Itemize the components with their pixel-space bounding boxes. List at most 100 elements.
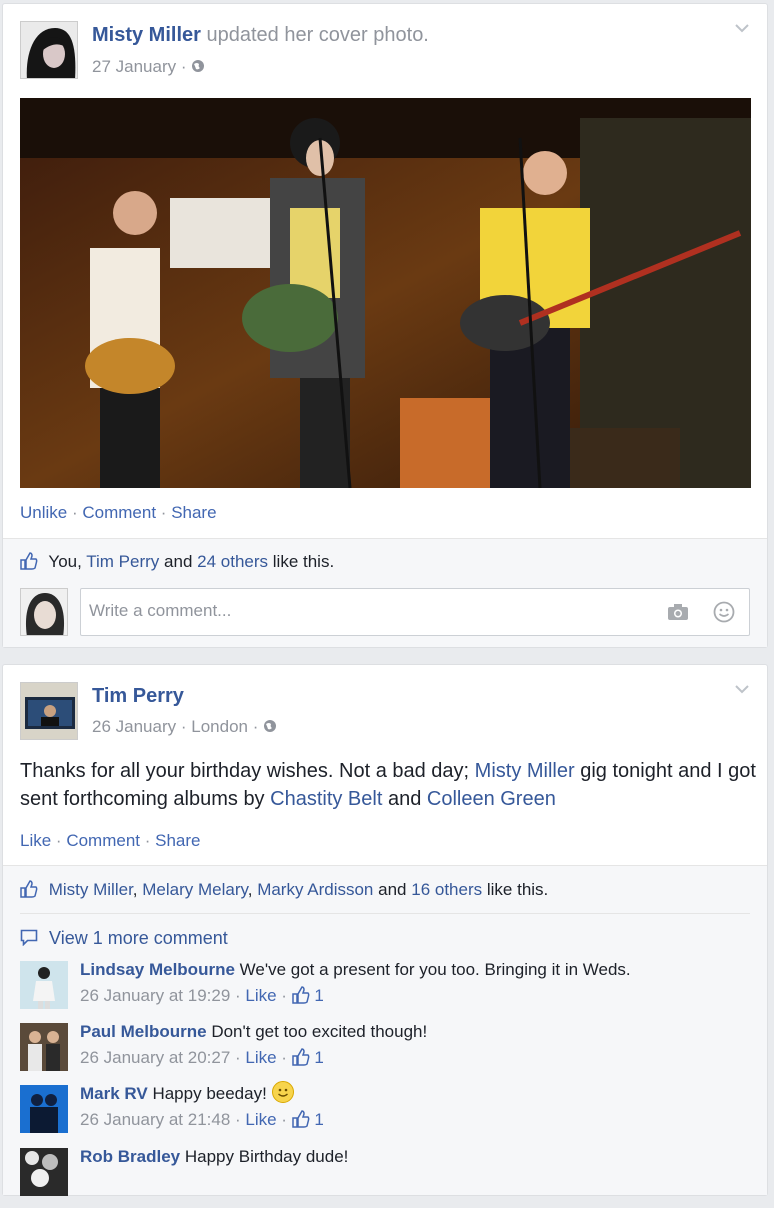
commenter-avatar-image — [20, 961, 68, 1009]
comment-time[interactable]: 26 January at 19:29 — [80, 986, 230, 1005]
smile-emoji-icon — [271, 1081, 294, 1103]
comment-like-link[interactable]: Like — [245, 986, 276, 1005]
commenter-name[interactable]: Mark RV — [80, 1084, 148, 1103]
comment-body: Mark RV Happy beeday! 26 January at 21:4… — [80, 1081, 324, 1133]
likes-summary: You, Tim Perry and 24 others like this. — [20, 552, 334, 572]
post-date[interactable]: 26 January — [92, 717, 176, 736]
post-card-status: Tim Perry 26 January · London · Thanks f… — [2, 664, 768, 1196]
comment-bubble-icon — [20, 929, 38, 947]
comment-text: Happy Birthday dude! — [184, 1147, 349, 1166]
liker-link[interactable]: Marky Ardisson — [257, 880, 373, 899]
divider — [20, 913, 750, 914]
commenter-avatar-image — [20, 1148, 68, 1196]
commenter-name[interactable]: Rob Bradley — [80, 1147, 180, 1166]
post-text-part: Thanks for all your birthday wishes. Not… — [20, 760, 475, 782]
author-avatar[interactable] — [20, 682, 78, 740]
comment-like-link[interactable]: Like — [245, 1048, 276, 1067]
post-actions: Like · Comment · Share — [20, 831, 201, 851]
tag-link[interactable]: Misty Miller — [475, 760, 575, 782]
divider — [3, 865, 767, 866]
meta-separator: · — [180, 57, 187, 76]
comment-time[interactable]: 26 January at 20:27 — [80, 1048, 230, 1067]
comment-item: Paul Melbourne Don't get too excited tho… — [20, 1022, 760, 1083]
comment-body: Lindsay Melbourne We've got a present fo… — [80, 957, 631, 1009]
liker-link[interactable]: Melary Melary — [142, 880, 247, 899]
user-avatar-image — [21, 589, 67, 635]
thumbs-up-icon — [291, 1048, 310, 1066]
likes-and: and — [164, 552, 193, 571]
current-user-avatar[interactable] — [20, 588, 68, 636]
avatar-image — [21, 683, 77, 739]
post-date[interactable]: 27 January — [92, 57, 176, 76]
comment-meta: 26 January at 20:27 · Like · 1 — [80, 1048, 324, 1067]
others-link[interactable]: 24 others — [197, 552, 268, 571]
thumbs-up-icon — [20, 552, 38, 570]
comment-body: Rob Bradley Happy Birthday dude! — [80, 1144, 348, 1170]
chevron-down-icon[interactable] — [734, 20, 750, 38]
tag-link[interactable]: Colleen Green — [427, 788, 556, 810]
comment-input[interactable]: Write a comment... — [80, 588, 750, 636]
comment-body: Paul Melbourne Don't get too excited tho… — [80, 1019, 427, 1071]
comment-item: Lindsay Melbourne We've got a present fo… — [20, 960, 760, 1021]
commenter-name[interactable]: Lindsay Melbourne — [80, 960, 235, 979]
liker-link[interactable]: Tim Perry — [86, 552, 159, 571]
globe-icon[interactable] — [191, 59, 205, 73]
comment-like-count[interactable]: 1 — [314, 986, 323, 1005]
thumbs-up-icon — [291, 986, 310, 1004]
liker-link[interactable]: Misty Miller — [49, 880, 133, 899]
post-text-part: and — [382, 788, 427, 810]
author-name[interactable]: Tim Perry — [92, 685, 184, 708]
unlike-link[interactable]: Unlike — [20, 503, 67, 522]
meta-separator: · — [252, 717, 259, 736]
comment-like-link[interactable]: Like — [245, 1110, 276, 1129]
share-link[interactable]: Share — [155, 831, 200, 850]
author-avatar[interactable] — [20, 21, 78, 79]
view-more-label: View 1 more comment — [49, 928, 228, 948]
comment-like-count[interactable]: 1 — [314, 1048, 323, 1067]
likes-suffix: like this. — [486, 880, 549, 899]
emoji-icon[interactable] — [713, 601, 735, 623]
post-meta: 27 January · — [92, 57, 205, 77]
comment-link[interactable]: Comment — [82, 503, 156, 522]
thumbs-up-icon — [291, 1110, 310, 1128]
share-link[interactable]: Share — [171, 503, 216, 522]
cover-photo[interactable] — [20, 98, 751, 488]
action-separator: · — [71, 503, 83, 522]
feedback-section: You, Tim Perry and 24 others like this. … — [3, 538, 767, 647]
tag-link[interactable]: Chastity Belt — [270, 788, 382, 810]
action-separator: · — [144, 831, 156, 850]
comment-link[interactable]: Comment — [66, 831, 140, 850]
comment-item: Mark RV Happy beeday! 26 January at 21:4… — [20, 1081, 760, 1145]
comment-text: Happy beeday! — [152, 1084, 267, 1103]
camera-icon[interactable] — [667, 603, 689, 621]
others-link[interactable]: 16 others — [411, 880, 482, 899]
commenter-avatar[interactable] — [20, 961, 68, 1009]
comment-like-count[interactable]: 1 — [314, 1110, 323, 1129]
feedback-section: Misty Miller, Melary Melary, Marky Ardis… — [3, 865, 767, 1196]
commenter-avatar[interactable] — [20, 1023, 68, 1071]
like-link[interactable]: Like — [20, 831, 51, 850]
comment-meta: 26 January at 19:29 · Like · 1 — [80, 986, 324, 1005]
commenter-avatar[interactable] — [20, 1148, 68, 1196]
likes-suffix: like this. — [272, 552, 335, 571]
comment-meta: 26 January at 21:48 · Like · 1 — [80, 1110, 324, 1129]
meta-separator: · — [180, 717, 187, 736]
post-location[interactable]: London — [191, 717, 248, 736]
divider — [3, 538, 767, 539]
comment-item: Rob Bradley Happy Birthday dude! — [20, 1147, 760, 1208]
band-photo-image — [20, 98, 751, 488]
globe-icon[interactable] — [263, 719, 277, 733]
commenter-name[interactable]: Paul Melbourne — [80, 1022, 207, 1041]
likes-summary: Misty Miller, Melary Melary, Marky Ardis… — [20, 880, 548, 900]
story-text: updated her cover photo. — [206, 24, 429, 46]
comment-time[interactable]: 26 January at 21:48 — [80, 1110, 230, 1129]
author-name[interactable]: Misty Miller — [92, 24, 201, 46]
commenter-avatar[interactable] — [20, 1085, 68, 1133]
view-more-comments[interactable]: View 1 more comment — [20, 928, 228, 949]
commenter-avatar-image — [20, 1085, 68, 1133]
likes-you: You, — [48, 552, 82, 571]
comment-text: We've got a present for you too. Bringin… — [239, 960, 631, 979]
chevron-down-icon[interactable] — [734, 681, 750, 699]
comment-placeholder: Write a comment... — [89, 601, 232, 620]
post-actions: Unlike · Comment · Share — [20, 503, 217, 523]
